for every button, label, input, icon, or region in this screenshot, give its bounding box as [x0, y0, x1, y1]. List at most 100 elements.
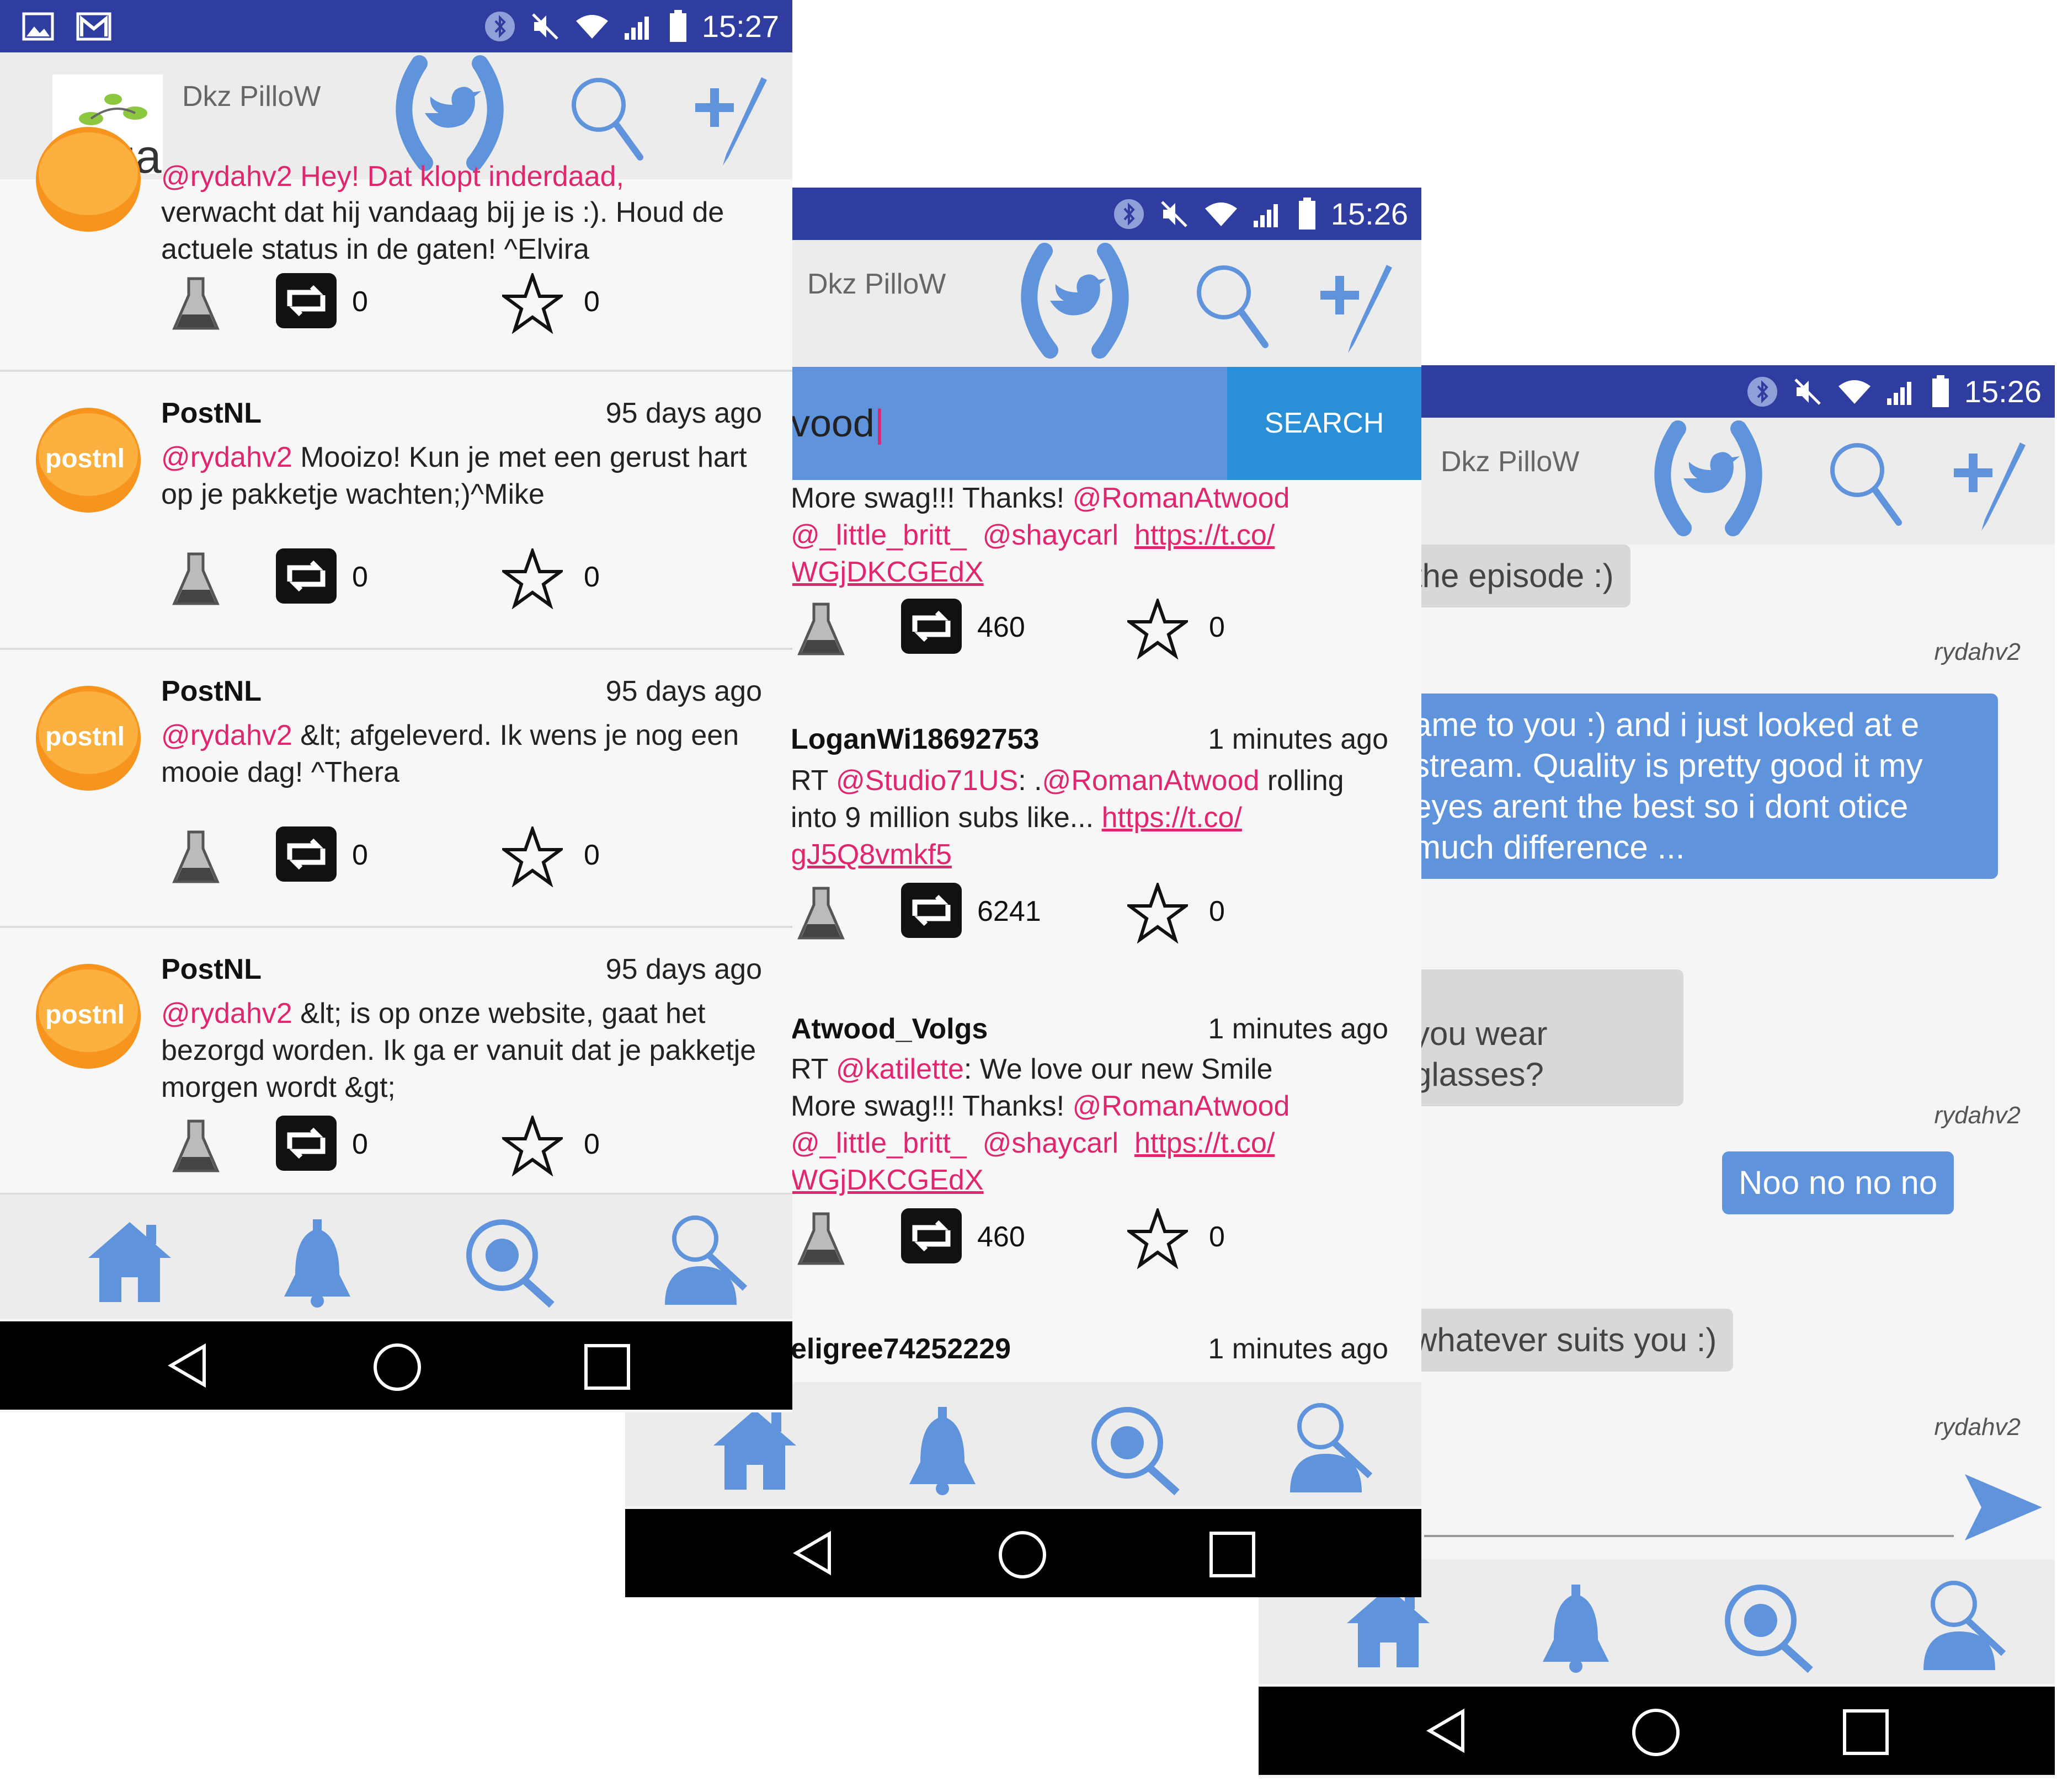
message-outgoing[interactable]: Noo no no no: [1722, 1151, 1954, 1214]
flask-icon[interactable]: [796, 599, 846, 659]
search-icon[interactable]: [1827, 440, 1904, 528]
battery-icon: [1298, 197, 1315, 230]
message-input-field[interactable]: [1424, 1469, 1954, 1537]
status-time: 15:26: [1964, 374, 2042, 409]
home-icon[interactable]: [83, 1217, 177, 1305]
avatar[interactable]: postnl: [33, 683, 143, 793]
tweet-time: 95 days ago: [605, 397, 762, 429]
message-incoming[interactable]: you wear glasses?: [1397, 969, 1683, 1106]
back-icon[interactable]: [166, 1343, 210, 1388]
gallery-icon: [22, 12, 54, 40]
tweet-item[interactable]: postnl PostNL 95 days ago @rydahv2 &lt; …: [0, 650, 792, 928]
flask-icon[interactable]: [171, 548, 221, 609]
star-icon[interactable]: [502, 548, 563, 609]
recents-icon[interactable]: [1209, 1531, 1256, 1578]
back-icon[interactable]: [791, 1531, 835, 1575]
tweet-item[interactable]: postnl PostNL 95 days ago @rydahv2 Mooiz…: [0, 372, 792, 650]
compose-icon[interactable]: [1948, 440, 2037, 534]
app-logo-icon: [1021, 243, 1129, 359]
tweet-actions: 460 0: [791, 599, 1287, 659]
tweet-item[interactable]: @rydahv2 Hey! Dat klopt inderdaad, verwa…: [0, 127, 792, 372]
recents-icon[interactable]: [1842, 1709, 1889, 1756]
tweet-author[interactable]: PostNL: [161, 397, 262, 430]
message-incoming[interactable]: the episode :): [1397, 545, 1630, 607]
tweet-author[interactable]: Atwood_Volgs: [791, 1012, 988, 1046]
system-nav-bar: [625, 1509, 1421, 1597]
tweet-text-top: @rydahv2 Hey! Dat klopt inderdaad,: [161, 161, 625, 193]
avatar[interactable]: [33, 124, 143, 234]
star-icon[interactable]: [502, 826, 563, 887]
send-icon[interactable]: [1959, 1469, 2048, 1546]
tweet-author[interactable]: eligree74252229: [791, 1332, 1011, 1366]
tweet-text: RT @Studio71US: .@RomanAtwood rolling in…: [791, 765, 1344, 871]
wifi-icon: [1205, 202, 1237, 226]
tweet-author[interactable]: PostNL: [161, 953, 262, 986]
tweet-item[interactable]: postnl PostNL 95 days ago @rydahv2 &lt; …: [0, 928, 792, 1195]
search-icon[interactable]: [1193, 262, 1271, 350]
retweet-icon[interactable]: [901, 1208, 962, 1263]
like-count: 0: [1209, 1221, 1225, 1253]
battery-icon: [1932, 375, 1949, 407]
search-tweets-icon[interactable]: [463, 1217, 557, 1308]
flask-icon[interactable]: [171, 1116, 221, 1176]
message-sender: rydahv2: [1934, 1102, 2021, 1129]
flask-icon[interactable]: [796, 1208, 846, 1269]
home-circle-icon[interactable]: [372, 1342, 422, 1392]
mute-icon: [532, 13, 558, 40]
tweet-text: verwacht dat hij vandaag bij je is :). H…: [161, 196, 724, 265]
search-icon[interactable]: [568, 74, 646, 163]
retweet-icon[interactable]: [276, 826, 337, 882]
compose-icon[interactable]: [690, 74, 778, 168]
user-search-icon[interactable]: [1282, 1399, 1376, 1495]
message-outgoing[interactable]: ame to you :) and i just looked at e str…: [1397, 694, 1998, 879]
home-icon[interactable]: [708, 1404, 802, 1492]
tweet-time: 1 minutes ago: [1208, 723, 1388, 755]
tweet-text: @rydahv2 &lt; is op onze website, gaat h…: [161, 998, 756, 1103]
status-time: 15:27: [701, 9, 779, 44]
app-title: Dkz PilloW: [1441, 446, 1580, 478]
user-search-icon[interactable]: [657, 1211, 750, 1308]
tweet-author[interactable]: LoganWi18692753: [791, 723, 1039, 756]
retweet-count: 460: [977, 1221, 1025, 1253]
bell-icon[interactable]: [904, 1401, 981, 1495]
tweet-text: RT @katilette: We love our new Smile Mor…: [791, 1053, 1290, 1196]
bell-icon[interactable]: [279, 1214, 356, 1308]
retweet-icon[interactable]: [901, 883, 962, 938]
star-icon[interactable]: [1127, 1208, 1188, 1269]
back-icon[interactable]: [1424, 1709, 1468, 1753]
retweet-count: 0: [352, 839, 368, 871]
tweet-actions: 6241 0: [791, 883, 1287, 943]
search-tweets-icon[interactable]: [1722, 1582, 1816, 1673]
like-count: 0: [584, 286, 600, 318]
app-title: Dkz PilloW: [807, 268, 946, 300]
avatar[interactable]: postnl: [33, 405, 143, 515]
retweet-count: 6241: [977, 895, 1041, 927]
search-button[interactable]: SEARCH: [1227, 367, 1421, 480]
flask-icon[interactable]: [796, 883, 846, 943]
tweet-author[interactable]: PostNL: [161, 675, 262, 708]
avatar[interactable]: postnl: [33, 961, 143, 1071]
recents-icon[interactable]: [584, 1343, 631, 1390]
home-circle-icon[interactable]: [1631, 1708, 1681, 1757]
retweet-icon[interactable]: [276, 273, 337, 328]
search-tweets-icon[interactable]: [1089, 1404, 1182, 1495]
star-icon[interactable]: [502, 1116, 563, 1176]
tweet-actions: 0 0: [166, 273, 662, 334]
flask-icon[interactable]: [171, 826, 221, 887]
bell-icon[interactable]: [1537, 1579, 1614, 1673]
retweet-icon[interactable]: [276, 1116, 337, 1171]
message-incoming[interactable]: whatever suits you :): [1397, 1309, 1734, 1372]
retweet-icon[interactable]: [276, 548, 337, 604]
message-sender: rydahv2: [1934, 1414, 2021, 1441]
compose-icon[interactable]: [1315, 262, 1403, 356]
retweet-icon[interactable]: [901, 599, 962, 654]
star-icon[interactable]: [502, 273, 563, 334]
app-title: Dkz PilloW: [182, 81, 321, 113]
like-count: 0: [584, 561, 600, 593]
home-circle-icon[interactable]: [998, 1530, 1047, 1580]
star-icon[interactable]: [1127, 883, 1188, 943]
star-icon[interactable]: [1127, 599, 1188, 659]
flask-icon[interactable]: [171, 273, 221, 334]
user-search-icon[interactable]: [1915, 1576, 2009, 1673]
bluetooth-icon: [1747, 376, 1777, 407]
